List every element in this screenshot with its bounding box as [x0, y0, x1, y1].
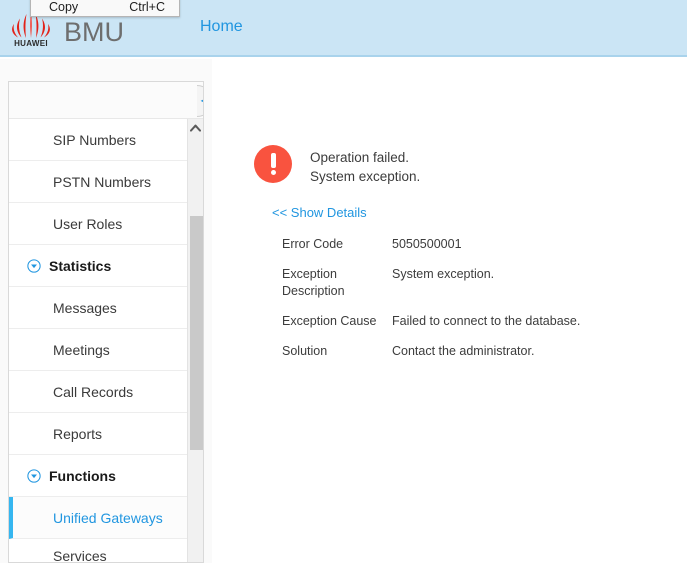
error-banner: Operation failed. System exception.: [254, 145, 420, 186]
main-content: Operation failed. System exception. << S…: [212, 59, 687, 563]
sidebar-item-label: Services: [53, 548, 107, 563]
error-details-table: Error Code 5050500001 Exception Descript…: [282, 231, 580, 368]
sidebar-item-label: User Roles: [53, 216, 123, 232]
error-message-line2: System exception.: [310, 169, 421, 184]
table-row: Exception Description System exception.: [282, 261, 580, 308]
sidebar: SIP Numbers PSTN Numbers User Roles Stat…: [8, 81, 204, 563]
chevron-up-icon: [190, 124, 201, 132]
detail-value: System exception.: [392, 267, 495, 281]
chevron-down-circle-icon: [27, 258, 41, 273]
table-row: Solution Contact the administrator.: [282, 338, 580, 368]
sidebar-item-unified-gateways[interactable]: Unified Gateways: [9, 497, 189, 539]
context-menu[interactable]: Copy Ctrl+C: [30, 0, 180, 17]
chevron-down-circle-icon: [27, 468, 41, 483]
sidebar-item-label: Unified Gateways: [53, 510, 163, 526]
detail-value: 5050500001: [392, 237, 462, 251]
error-exclamation-icon: [254, 145, 292, 183]
sidebar-item-sip-numbers[interactable]: SIP Numbers: [9, 119, 189, 161]
sidebar-item-label: Meetings: [53, 342, 110, 358]
table-row: Exception Cause Failed to connect to the…: [282, 308, 580, 338]
scrollbar-up-button[interactable]: [188, 119, 203, 136]
scrollbar-thumb[interactable]: [190, 216, 203, 450]
nav-tabs: Home: [190, 18, 253, 36]
sidebar-item-call-records[interactable]: Call Records: [9, 371, 189, 413]
sidebar-item-label: Call Records: [53, 384, 134, 400]
detail-value: Contact the administrator.: [392, 344, 535, 358]
context-menu-copy-shortcut: Ctrl+C: [129, 0, 165, 14]
tab-home[interactable]: Home: [190, 18, 253, 36]
detail-value: Failed to connect to the database.: [392, 314, 581, 328]
sidebar-header: [9, 82, 203, 119]
detail-key: Solution: [282, 344, 328, 358]
context-menu-item-copy[interactable]: Copy Ctrl+C: [31, 0, 179, 16]
detail-key: Exception Description: [282, 267, 345, 298]
context-menu-copy-label: Copy: [49, 0, 79, 14]
sidebar-item-label: SIP Numbers: [53, 132, 136, 148]
sidebar-item-label: PSTN Numbers: [53, 174, 152, 190]
sidebar-item-meetings[interactable]: Meetings: [9, 329, 189, 371]
sidebar-group-statistics[interactable]: Statistics: [9, 245, 189, 287]
detail-key: Error Code: [282, 237, 344, 251]
table-row: Error Code 5050500001: [282, 231, 580, 261]
chevron-left-icon: ◄: [199, 95, 203, 107]
app-title: BMU: [64, 17, 124, 47]
sidebar-menu-list: SIP Numbers PSTN Numbers User Roles Stat…: [9, 119, 189, 563]
sidebar-item-pstn-numbers[interactable]: PSTN Numbers: [9, 161, 189, 203]
sidebar-group-label: Functions: [49, 467, 116, 484]
error-message: Operation failed. System exception.: [310, 145, 420, 186]
show-details-link[interactable]: << Show Details: [272, 205, 367, 220]
sidebar-item-label: Reports: [53, 426, 103, 442]
sidebar-group-label: Statistics: [49, 257, 112, 274]
sidebar-collapse-button[interactable]: ◄: [197, 85, 203, 117]
sidebar-menu-scroll: SIP Numbers PSTN Numbers User Roles Stat…: [9, 119, 203, 563]
error-message-line1: Operation failed.: [310, 150, 410, 165]
sidebar-item-services[interactable]: Services: [9, 539, 189, 563]
sidebar-item-user-roles[interactable]: User Roles: [9, 203, 189, 245]
sidebar-item-label: Messages: [53, 300, 117, 316]
sidebar-group-functions[interactable]: Functions: [9, 455, 189, 497]
detail-key: Exception Cause: [282, 314, 377, 328]
huawei-logo-text: HUAWEI: [14, 39, 48, 48]
sidebar-item-messages[interactable]: Messages: [9, 287, 189, 329]
app-header: HUAWEI BMU Home Copy Ctrl+C: [0, 0, 687, 57]
body-area: SIP Numbers PSTN Numbers User Roles Stat…: [0, 59, 687, 563]
sidebar-item-reports[interactable]: Reports: [9, 413, 189, 455]
sidebar-scrollbar[interactable]: [187, 119, 203, 562]
